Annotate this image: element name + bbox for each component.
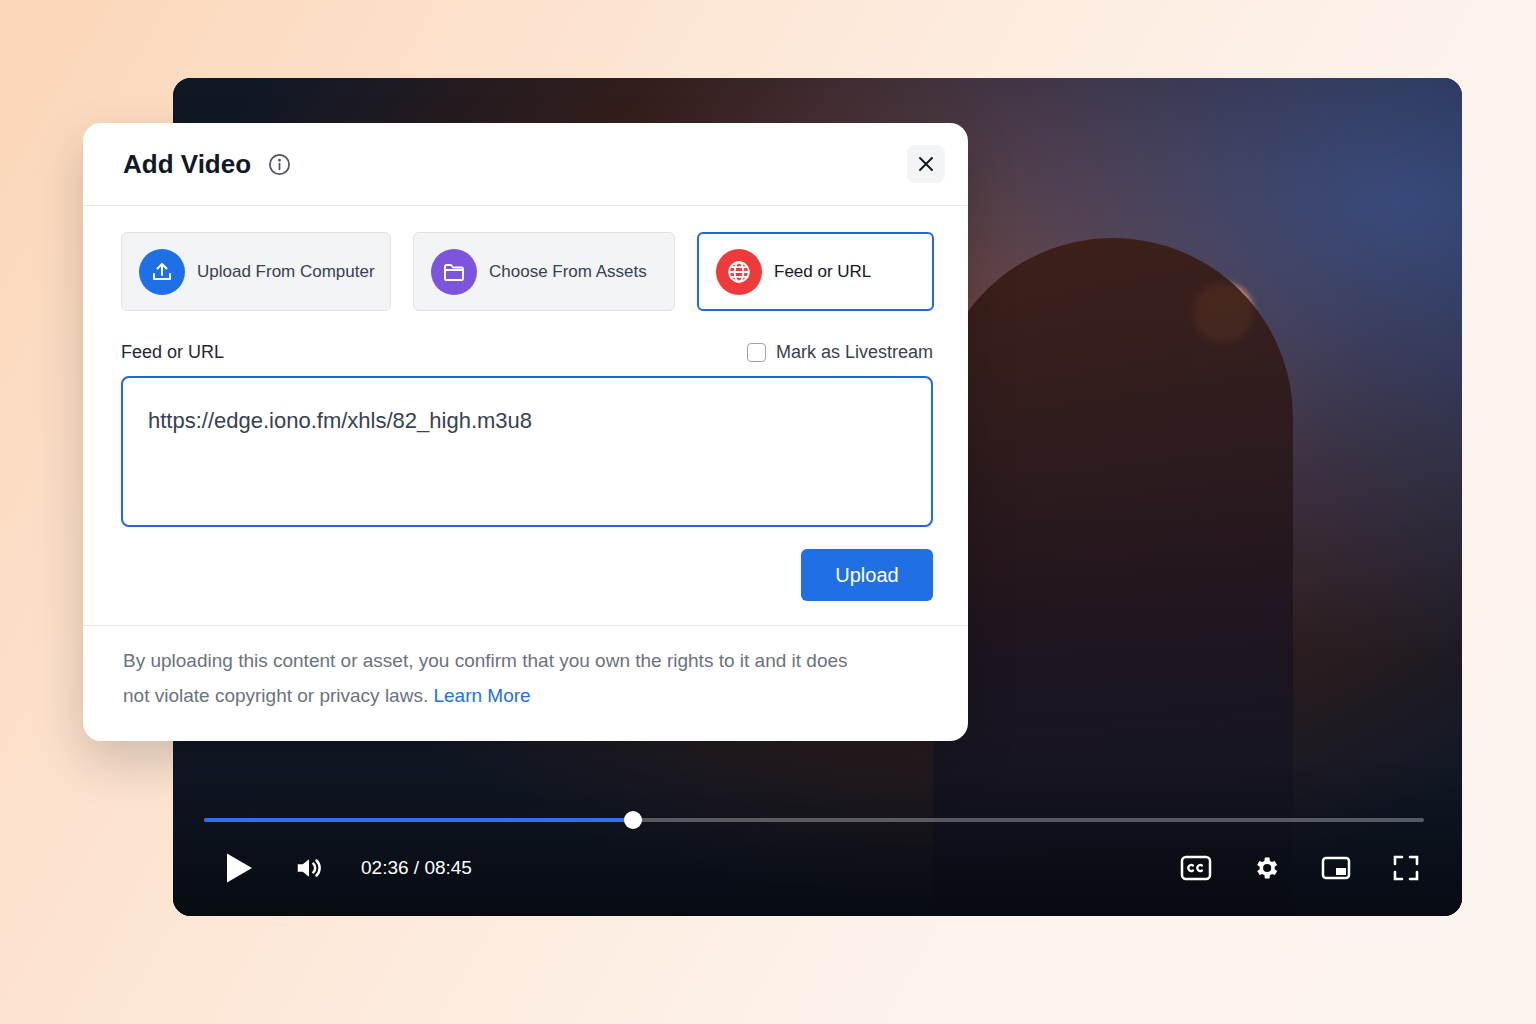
- play-button[interactable]: [221, 850, 257, 886]
- time-display: 02:36 / 08:45: [361, 854, 472, 883]
- livestream-label[interactable]: Mark as Livestream: [776, 339, 933, 366]
- captions-icon[interactable]: [1180, 852, 1212, 884]
- disclaimer: By uploading this content or asset, you …: [83, 625, 968, 741]
- upload-icon: [139, 249, 185, 295]
- source-tab[interactable]: Feed or URL: [697, 232, 934, 311]
- learn-more-link[interactable]: Learn More: [433, 685, 530, 706]
- progress-fill: [204, 818, 633, 822]
- gear-icon[interactable]: [1250, 852, 1282, 884]
- source-tab-label[interactable]: Upload From Computer: [197, 259, 375, 285]
- add-video-dialog: Add Video Upload From Computer Choose Fro…: [83, 123, 968, 741]
- picture-in-picture-icon[interactable]: [1320, 852, 1352, 884]
- livestream-checkbox[interactable]: [747, 343, 766, 362]
- source-tab-label[interactable]: Feed or URL: [774, 259, 871, 285]
- close-button[interactable]: [907, 145, 945, 183]
- globe-icon: [716, 249, 762, 295]
- close-icon: [917, 155, 935, 173]
- controls-bar: 02:36 / 08:45: [221, 846, 1422, 890]
- info-icon[interactable]: [267, 152, 291, 176]
- source-tabs: Upload From Computer Choose From Assets Fe…: [121, 232, 933, 311]
- volume-icon[interactable]: [293, 852, 325, 884]
- dialog-header: Add Video: [83, 123, 968, 206]
- folder-icon: [431, 249, 477, 295]
- page: 02:36 / 08:45 Add Video: [0, 0, 1536, 1024]
- dialog-title: Add Video: [123, 145, 251, 184]
- controls-shade: [173, 756, 1462, 916]
- livestream-option[interactable]: Mark as Livestream: [747, 339, 933, 366]
- progress-track[interactable]: [204, 818, 1424, 822]
- url-field[interactable]: https://edge.iono.fm/xhls/82_high.m3u8: [121, 376, 933, 527]
- field-label: Feed or URL: [121, 339, 224, 366]
- source-tab-label[interactable]: Choose From Assets: [489, 259, 647, 285]
- upload-button[interactable]: Upload: [801, 549, 933, 601]
- fullscreen-icon[interactable]: [1390, 852, 1422, 884]
- source-tab[interactable]: Choose From Assets: [413, 232, 675, 311]
- source-tab[interactable]: Upload From Computer: [121, 232, 391, 311]
